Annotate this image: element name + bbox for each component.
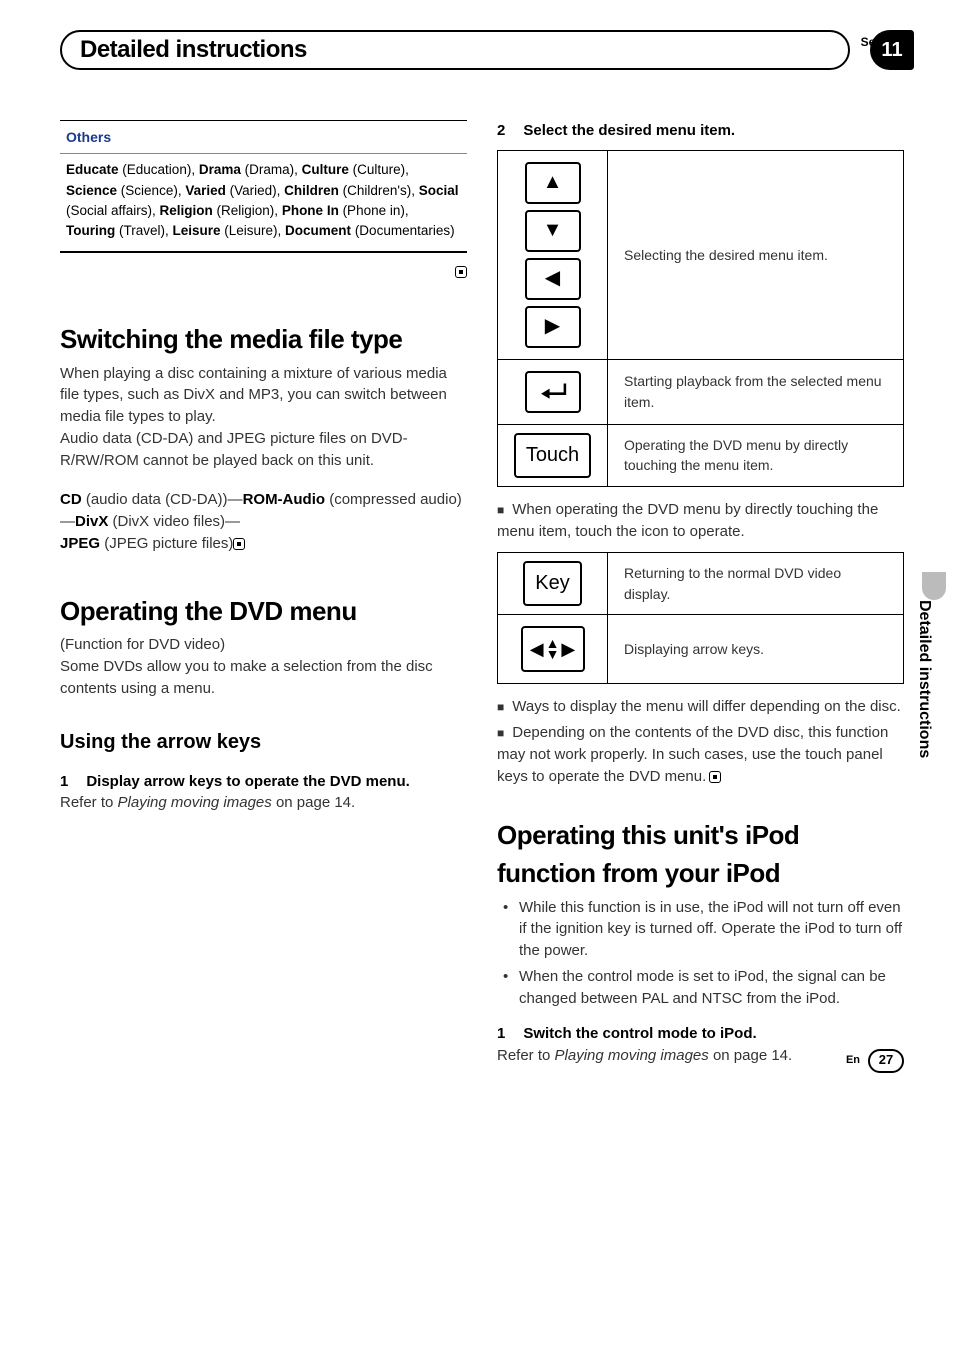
operating-dvd-heading: Operating the DVD menu (60, 593, 467, 631)
page-title: Detailed instructions (80, 33, 307, 68)
step-2: 2 Select the desired menu item. (497, 120, 904, 142)
enter-button[interactable] (525, 371, 581, 413)
arrow-cluster-desc: Displaying arrow keys. (608, 615, 904, 684)
side-tab-label: Detailed instructions (913, 600, 936, 758)
arrow-keys-cell: ▲ ▼ ◀ ▶ (498, 150, 608, 359)
step-1: 1 Display arrow keys to operate the DVD m… (60, 771, 467, 793)
note-dvd-contents: ■Depending on the contents of the DVD di… (497, 722, 904, 787)
others-body: Educate (Education), Drama (Drama), Cult… (60, 154, 467, 253)
page-footer: En 27 (846, 1049, 904, 1073)
key-label-desc: Returning to the normal DVD video displa… (608, 553, 904, 615)
page-header: Detailed instructions 11 (60, 30, 904, 70)
arrow-keys-heading: Using the arrow keys (60, 728, 467, 757)
cat-drama: Drama (199, 162, 241, 177)
step-ipod-number: 1 (497, 1025, 505, 1042)
switching-heading: Switching the media file type (60, 321, 467, 359)
section-end-icon (709, 771, 721, 783)
language-label: En (846, 1053, 860, 1069)
arrow-cluster-button[interactable]: ◀ ▲ ▼ ▶ (521, 626, 585, 672)
up-arrow-button[interactable]: ▲ (525, 162, 581, 204)
right-arrow-button[interactable]: ▶ (525, 306, 581, 348)
bullet-icon: ■ (497, 700, 504, 714)
step-1-number: 1 (60, 773, 68, 790)
down-arrow-button[interactable]: ▼ (525, 210, 581, 252)
page-number-badge: 27 (868, 1049, 904, 1073)
section-number-badge: 11 (870, 30, 914, 70)
note-direct-touch: ■When operating the DVD menu by directly… (497, 499, 904, 543)
cat-educate: Educate (66, 162, 119, 177)
cat-touring: Touring (66, 223, 115, 238)
enter-key-cell (498, 359, 608, 424)
arrow-keys-desc: Selecting the desired menu item. (608, 150, 904, 359)
controls-table-1: ▲ ▼ ◀ ▶ Selecting the desired menu item. (497, 150, 904, 487)
key-button[interactable]: Key (523, 561, 581, 606)
switching-para-2: Audio data (CD-DA) and JPEG picture file… (60, 428, 467, 472)
controls-table-2: Key Returning to the normal DVD video di… (497, 552, 904, 684)
cat-social: Social (419, 183, 459, 198)
right-column: 2 Select the desired menu item. ▲ ▼ ◀ ▶ S… (497, 120, 904, 1067)
cat-religion: Religion (160, 203, 213, 218)
cat-document: Document (285, 223, 351, 238)
arrow-cluster-cell: ◀ ▲ ▼ ▶ (498, 615, 608, 684)
others-header: Others (60, 120, 467, 154)
bullet-icon: ■ (497, 503, 504, 517)
step-ipod-ref: Refer to Playing moving images on page 1… (497, 1045, 904, 1067)
note-menu-display: ■Ways to display the menu will differ de… (497, 696, 904, 718)
touch-key-cell: Touch (498, 424, 608, 486)
step-1-ref: Refer to Playing moving images on page 1… (60, 792, 467, 814)
ipod-bullet-2: When the control mode is set to iPod, th… (497, 966, 904, 1010)
step-ipod: 1 Switch the control mode to iPod. (497, 1023, 904, 1045)
key-label-cell: Key (498, 553, 608, 615)
operating-dvd-para: Some DVDs allow you to make a selection … (60, 656, 467, 700)
switching-para-1: When playing a disc containing a mixture… (60, 363, 467, 428)
operating-dvd-subtitle: (Function for DVD video) (60, 634, 467, 656)
cat-varied: Varied (185, 183, 226, 198)
ipod-bullet-list: While this function is in use, the iPod … (497, 897, 904, 1010)
step-2-number: 2 (497, 122, 505, 139)
ipod-bullet-1: While this function is in use, the iPod … (497, 897, 904, 962)
step-2-text: Select the desired menu item. (523, 122, 735, 139)
touch-key-desc: Operating the DVD menu by directly touch… (608, 424, 904, 486)
section-end-icon (455, 266, 467, 278)
step-ipod-text: Switch the control mode to iPod. (523, 1025, 756, 1042)
media-chain: CD (audio data (CD-DA))—ROM-Audio (compr… (60, 489, 467, 554)
step-1-text: Display arrow keys to operate the DVD me… (86, 773, 409, 790)
side-tab-decoration (922, 572, 946, 600)
ipod-heading: Operating this unit's iPod function from… (497, 817, 904, 892)
header-pill: Detailed instructions (60, 30, 850, 70)
section-end-icon (233, 538, 245, 550)
down-arrow-icon: ▼ (546, 649, 560, 660)
cat-phone: Phone In (282, 203, 339, 218)
left-column: Others Educate (Education), Drama (Drama… (60, 120, 467, 1067)
touch-button[interactable]: Touch (514, 433, 591, 478)
enter-key-desc: Starting playback from the selected menu… (608, 359, 904, 424)
cat-leisure: Leisure (172, 223, 220, 238)
bullet-icon: ■ (497, 726, 504, 740)
left-arrow-button[interactable]: ◀ (525, 258, 581, 300)
cat-culture: Culture (302, 162, 349, 177)
cat-children: Children (284, 183, 339, 198)
cat-science: Science (66, 183, 117, 198)
enter-icon (536, 380, 570, 404)
